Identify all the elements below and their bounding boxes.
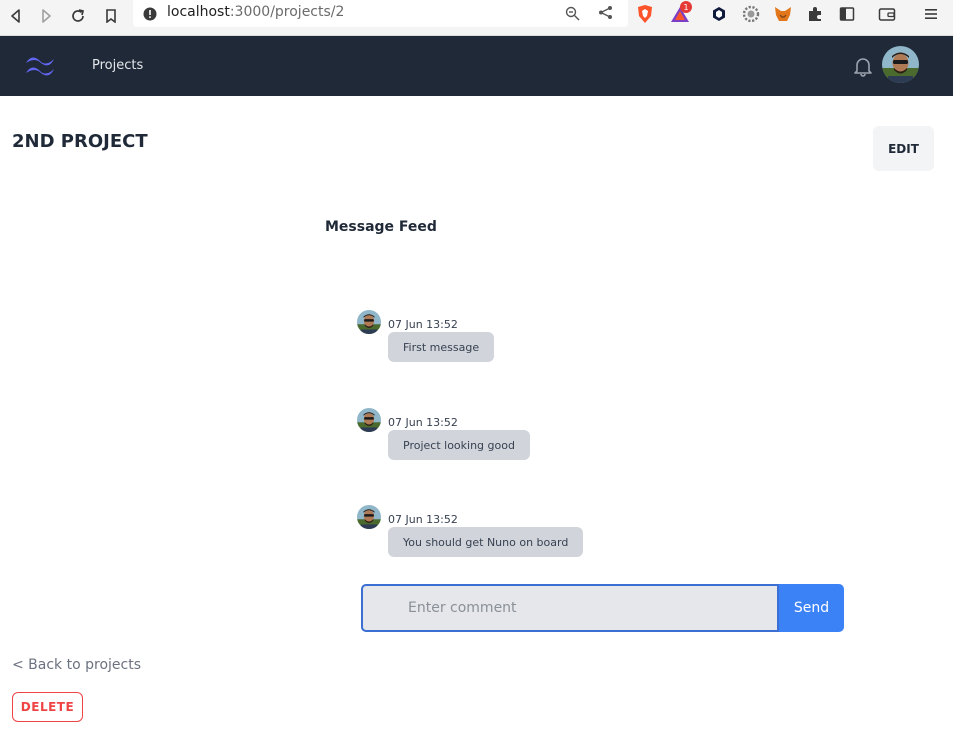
brave-rewards-icon[interactable]: 1 <box>669 1 692 25</box>
message-time: 07 Jun 13:52 <box>388 416 458 429</box>
browser-toolbar: localhost:3000/projects/2 1 <box>0 0 953 36</box>
url-path: :3000/projects/2 <box>229 4 345 20</box>
message-avatar <box>357 310 381 334</box>
delete-button[interactable]: DELETE <box>12 692 83 722</box>
brave-shield-icon[interactable] <box>634 3 656 25</box>
message-item: 07 Jun 13:52 You should get Nuno on boar… <box>357 505 657 561</box>
message-bubble: Project looking good <box>388 430 530 460</box>
bell-icon[interactable] <box>852 54 874 78</box>
nav-link-projects[interactable]: Projects <box>92 58 143 73</box>
address-bar[interactable]: localhost:3000/projects/2 <box>133 0 628 27</box>
user-avatar[interactable] <box>882 46 919 83</box>
back-icon[interactable] <box>4 4 28 28</box>
comment-input[interactable] <box>361 584 779 632</box>
message-time: 07 Jun 13:52 <box>388 513 458 526</box>
metamask-icon[interactable] <box>772 3 794 25</box>
zoom-icon[interactable] <box>565 6 580 25</box>
app-navbar: Projects <box>0 36 953 96</box>
message-avatar <box>357 408 381 432</box>
message-time: 07 Jun 13:52 <box>388 318 458 331</box>
message-item: 07 Jun 13:52 First message <box>357 310 657 366</box>
feed-title: Message Feed <box>325 219 437 235</box>
reload-icon[interactable] <box>66 4 90 28</box>
bookmark-icon[interactable] <box>99 4 123 28</box>
message-bubble: You should get Nuno on board <box>388 527 584 557</box>
share-icon[interactable] <box>598 5 613 24</box>
message-avatar <box>357 505 381 529</box>
rewards-badge: 1 <box>680 1 692 13</box>
forward-icon[interactable] <box>34 4 58 28</box>
wallet-icon[interactable] <box>876 3 898 25</box>
menu-icon[interactable] <box>920 3 942 25</box>
crypto-icon[interactable] <box>708 3 730 25</box>
send-button[interactable]: Send <box>779 584 844 632</box>
sidebar-icon[interactable] <box>836 3 858 25</box>
gear-wallet-icon[interactable] <box>740 3 762 25</box>
page-title: 2ND PROJECT <box>12 131 148 152</box>
tailwind-logo-icon[interactable] <box>23 52 59 80</box>
edit-button[interactable]: EDIT <box>873 126 934 171</box>
message-item: 07 Jun 13:52 Project looking good <box>357 408 657 464</box>
message-bubble: First message <box>388 332 495 362</box>
site-info-icon[interactable] <box>143 6 157 25</box>
puzzle-icon[interactable] <box>804 3 826 25</box>
back-to-projects-link[interactable]: < Back to projects <box>12 657 141 673</box>
url-host: localhost <box>167 4 230 20</box>
url-text: localhost:3000/projects/2 <box>167 4 344 20</box>
